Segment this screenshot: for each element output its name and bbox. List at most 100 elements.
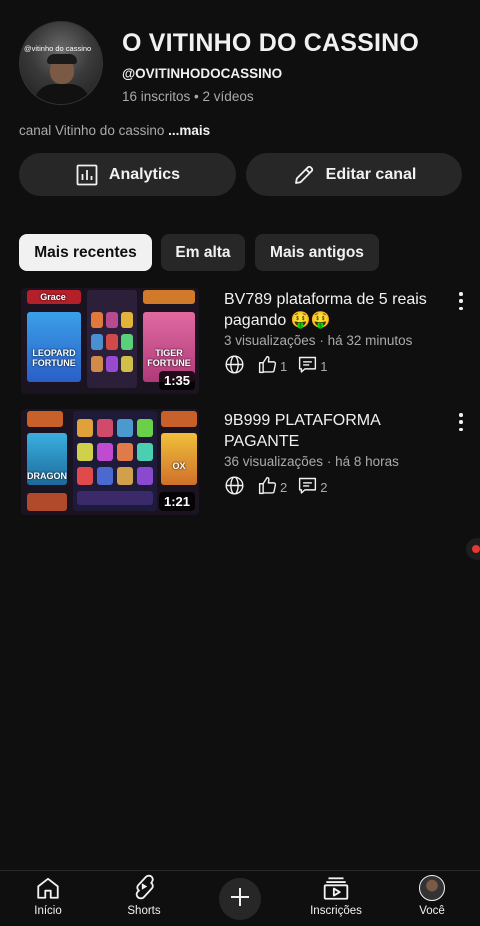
like-count: 2	[257, 475, 287, 499]
video-info: BV789 plataforma de 5 reais pagando 🤑🤑 3…	[224, 290, 449, 378]
analytics-label: Analytics	[108, 165, 181, 183]
channel-action-buttons: Analytics Editar canal	[19, 153, 462, 196]
thumb-tile	[161, 411, 197, 427]
nav-shorts-label: Shorts	[127, 905, 161, 917]
thumb-tile	[77, 491, 153, 505]
video-item[interactable]: Grace LEOPARD FORTUNE TIGER FORTUNE 1:35…	[21, 288, 477, 396]
video-item[interactable]: DRAGON OX 1:21 9B999 PLATAFORMA PAGANTE	[21, 409, 477, 517]
nav-subscriptions-label: Inscrições	[310, 905, 362, 917]
comment-icon	[297, 475, 320, 499]
video-duration: 1:21	[158, 492, 195, 511]
like-count: 1	[257, 354, 287, 378]
chip-em-alta[interactable]: Em alta	[161, 234, 245, 271]
visibility-public	[224, 475, 247, 499]
video-views: 3 visualizações	[224, 333, 316, 348]
thumbs-up-icon	[257, 354, 280, 378]
description-more-link[interactable]: ...mais	[168, 123, 210, 138]
bottom-navigation: Início Shorts Inscrições Você	[0, 870, 480, 926]
video-thumbnail[interactable]: Grace LEOPARD FORTUNE TIGER FORTUNE 1:35	[21, 288, 199, 394]
plus-icon	[229, 886, 251, 913]
video-age: há 8 horas	[335, 454, 399, 469]
globe-icon	[224, 475, 247, 499]
thumb-label-tiger: TIGER FORTUNE	[147, 348, 191, 368]
more-vert-icon[interactable]	[453, 413, 469, 431]
nav-home[interactable]: Início	[8, 871, 88, 926]
thumb-game-card-right	[161, 433, 197, 485]
create-button[interactable]	[219, 878, 261, 920]
video-stats-row: 2 2	[224, 475, 449, 499]
analytics-icon	[75, 163, 99, 187]
edit-channel-label: Editar canal	[325, 165, 417, 183]
thumb-game-card	[27, 312, 81, 382]
channel-header: @vitinho do cassino O VITINHO DO CASSINO…	[19, 21, 464, 111]
meta-separator: ·	[326, 454, 332, 469]
thumb-tile	[137, 443, 153, 461]
video-thumbnail[interactable]: DRAGON OX 1:21	[21, 409, 199, 515]
channel-description[interactable]: canal Vitinho do cassino ...mais	[19, 123, 210, 138]
comment-count-value: 1	[320, 358, 328, 374]
thumb-tile	[97, 419, 113, 437]
thumb-tile	[117, 419, 133, 437]
thumb-tile	[137, 467, 153, 485]
video-title[interactable]: BV789 plataforma de 5 reais pagando 🤑🤑	[224, 290, 449, 331]
thumb-tile	[121, 312, 133, 328]
thumbs-up-icon	[257, 475, 280, 499]
more-vert-icon[interactable]	[453, 292, 469, 310]
thumb-tile	[106, 312, 118, 328]
comment-count-value: 2	[320, 479, 328, 495]
video-age: há 32 minutos	[327, 333, 413, 348]
chip-mais-recentes[interactable]: Mais recentes	[19, 234, 152, 271]
subscriber-count: 16 inscritos	[122, 89, 191, 104]
thumb-label-grace: Grace	[40, 292, 66, 302]
you-avatar-icon	[419, 871, 445, 901]
thumb-tile	[117, 443, 133, 461]
thumb-label-ox: OX	[172, 461, 186, 471]
nav-you[interactable]: Você	[392, 871, 472, 926]
video-duration: 1:35	[158, 371, 195, 390]
comment-count: 1	[297, 354, 327, 378]
nav-shorts[interactable]: Shorts	[104, 871, 184, 926]
video-views: 36 visualizações	[224, 454, 324, 469]
floating-record-indicator[interactable]	[466, 538, 480, 560]
thumb-tile	[121, 334, 133, 350]
thumb-tile	[77, 467, 93, 485]
nav-home-label: Início	[34, 905, 62, 917]
channel-avatar[interactable]: @vitinho do cassino	[19, 21, 103, 105]
thumb-tile	[97, 443, 113, 461]
thumb-tile	[117, 467, 133, 485]
avatar-figure-body	[34, 84, 90, 104]
globe-icon	[224, 354, 247, 378]
avatar	[419, 875, 445, 901]
like-count-value: 2	[280, 479, 288, 495]
avatar-overlay-text: @vitinho do cassino	[24, 44, 92, 53]
thumb-tile	[137, 419, 153, 437]
edit-channel-button[interactable]: Editar canal	[246, 153, 462, 196]
video-meta: 3 visualizações · há 32 minutos	[224, 333, 449, 348]
chip-mais-antigos[interactable]: Mais antigos	[255, 234, 379, 271]
thumb-label-dragon: DRAGON	[27, 471, 67, 481]
like-count-value: 1	[280, 358, 288, 374]
video-info: 9B999 PLATAFORMA PAGANTE 36 visualizaçõe…	[224, 411, 449, 499]
thumb-banner-right	[143, 290, 195, 304]
subscriptions-icon	[322, 871, 350, 901]
nav-subscriptions[interactable]: Inscrições	[296, 871, 376, 926]
thumb-tile	[27, 493, 67, 511]
meta-separator: ·	[319, 333, 324, 348]
nav-you-label: Você	[419, 905, 445, 917]
comment-icon	[297, 354, 320, 378]
thumb-tile	[97, 467, 113, 485]
channel-handle: @OVITINHODOCASSINO	[122, 66, 283, 81]
thumb-tile	[77, 443, 93, 461]
video-count: 2 vídeos	[202, 89, 254, 104]
video-stats-row: 1 1	[224, 354, 449, 378]
thumb-tile	[121, 356, 133, 372]
video-title[interactable]: 9B999 PLATAFORMA PAGANTE	[224, 411, 449, 452]
visibility-public	[224, 354, 247, 378]
thumb-tile	[77, 419, 93, 437]
channel-page: @vitinho do cassino O VITINHO DO CASSINO…	[0, 0, 480, 926]
thumb-label-leopard: LEOPARD FORTUNE	[32, 348, 76, 368]
thumb-tile	[106, 356, 118, 372]
analytics-button[interactable]: Analytics	[19, 153, 236, 196]
thumb-tile	[91, 334, 103, 350]
home-icon	[35, 871, 61, 901]
